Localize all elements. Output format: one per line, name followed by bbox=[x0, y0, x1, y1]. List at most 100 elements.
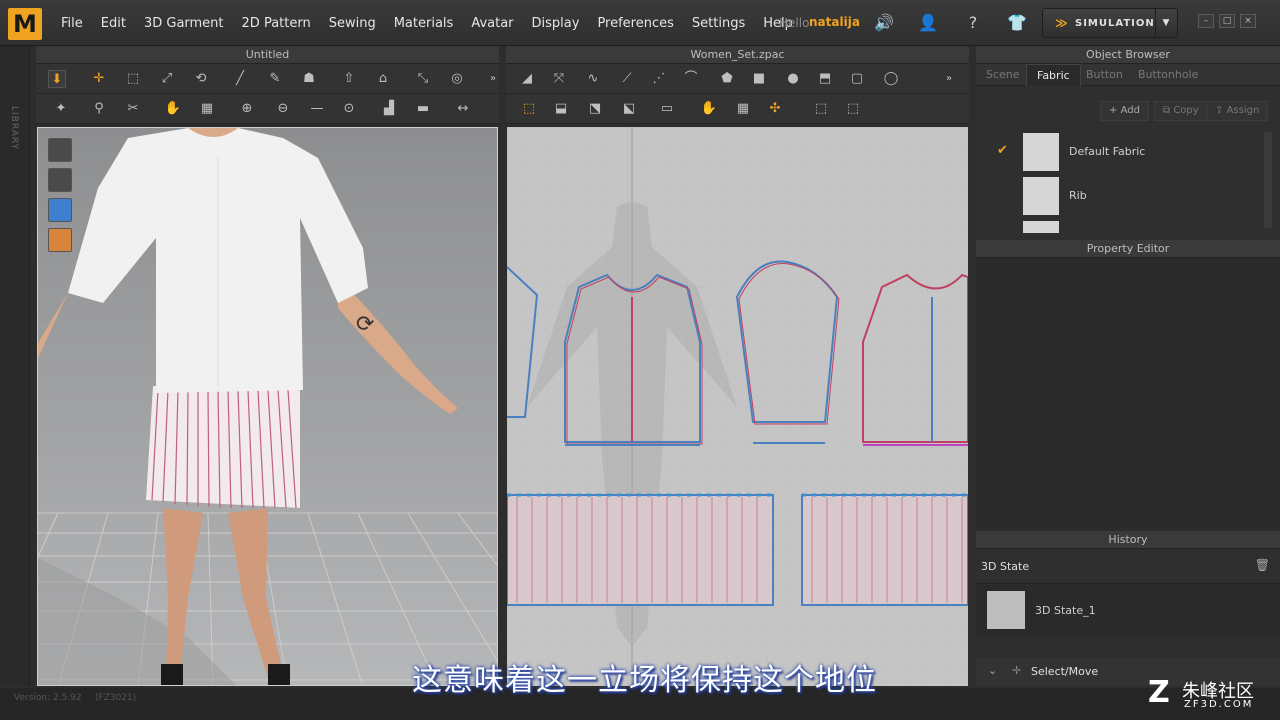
trace-icon[interactable]: ⬓ bbox=[552, 100, 570, 118]
fold-3d-icon[interactable]: ▟ bbox=[380, 100, 398, 118]
minimize-button[interactable]: – bbox=[1198, 14, 1214, 28]
curvature-icon[interactable]: ⌒ bbox=[682, 70, 700, 88]
edit-curvature-icon[interactable]: ⋰ bbox=[650, 70, 668, 88]
polygon-icon[interactable]: ⬟ bbox=[718, 70, 736, 88]
buttonhole-icon[interactable]: ⊖ bbox=[274, 100, 292, 118]
viewport-3d[interactable]: ⟳ bbox=[37, 127, 498, 686]
more-icon[interactable]: » bbox=[484, 70, 502, 88]
trash-icon[interactable]: 🗑 bbox=[1255, 558, 1270, 572]
library-strip[interactable]: LIBRARY bbox=[0, 46, 30, 686]
tab-button[interactable]: Button bbox=[1086, 68, 1123, 81]
viewport-2d[interactable] bbox=[507, 127, 968, 686]
measure-icon[interactable]: ⤡ bbox=[414, 70, 432, 88]
toolbar-3d-row2: ✦ ⚲ ✂ ✋ ▦ ⊕ ⊖ — ⊙ ▟ ▬ ↔ bbox=[36, 94, 499, 124]
line-tool-icon[interactable]: ╱ bbox=[231, 70, 249, 88]
tab-scene[interactable]: Scene bbox=[986, 68, 1020, 81]
internal-rect-icon[interactable]: ▢ bbox=[848, 70, 866, 88]
history-item[interactable]: 3D State_1 bbox=[976, 585, 1280, 635]
menu-materials[interactable]: Materials bbox=[385, 16, 463, 31]
show-avatar-icon[interactable] bbox=[48, 168, 72, 192]
add-fabric-button[interactable]: + Add bbox=[1100, 101, 1149, 121]
edit-texture-icon[interactable]: ⬚ bbox=[844, 100, 862, 118]
assign-fabric-button[interactable]: ⇪ Assign bbox=[1206, 101, 1269, 121]
garment-icon[interactable]: 👕 bbox=[1007, 13, 1027, 33]
internal-circle-icon[interactable]: ◯ bbox=[882, 70, 900, 88]
width-icon[interactable]: ↔ bbox=[454, 100, 472, 118]
app-window: M File Edit 3D Garment 2D Pattern Sewing… bbox=[0, 0, 1280, 720]
transform-icon[interactable]: ⤢ bbox=[158, 70, 176, 88]
transform-pattern-icon[interactable]: ⬚ bbox=[520, 100, 538, 118]
show-skin-icon[interactable] bbox=[48, 228, 72, 252]
menu-preferences[interactable]: Preferences bbox=[588, 16, 682, 31]
help-icon[interactable]: ? bbox=[963, 13, 983, 33]
pattern-edit-icon[interactable]: ◢ bbox=[518, 70, 536, 88]
select-texture-icon[interactable]: ⬚ bbox=[812, 100, 830, 118]
circle-icon[interactable]: ● bbox=[784, 70, 802, 88]
fold-arrange-icon[interactable]: ⌂ bbox=[374, 70, 392, 88]
fold-2d-icon[interactable]: ▭ bbox=[658, 100, 676, 118]
add-point-icon[interactable]: ⟋ bbox=[618, 70, 636, 88]
texture-icon[interactable]: ✣ bbox=[766, 100, 784, 118]
speaker-icon[interactable]: 🔊 bbox=[874, 13, 894, 33]
user-name[interactable]: natalija bbox=[809, 15, 860, 29]
menu-avatar[interactable]: Avatar bbox=[462, 16, 522, 31]
more-2d-icon[interactable]: » bbox=[940, 70, 958, 88]
sew-icon[interactable]: ⬔ bbox=[586, 100, 604, 118]
tab-fabric[interactable]: Fabric bbox=[1026, 64, 1081, 86]
edit-point-icon[interactable]: ⤧ bbox=[550, 70, 568, 88]
tab-buttonhole[interactable]: Buttonhole bbox=[1138, 68, 1198, 81]
tack-icon[interactable]: ⚲ bbox=[90, 100, 108, 118]
lock-icon[interactable]: ⊙ bbox=[340, 100, 358, 118]
arrow-down-icon[interactable]: ⬇ bbox=[48, 70, 66, 88]
maximize-button[interactable]: □ bbox=[1219, 14, 1235, 28]
hand-icon[interactable]: ✋ bbox=[164, 100, 182, 118]
internal-polygon-icon[interactable]: ⬒ bbox=[816, 70, 834, 88]
fabric-item[interactable]: ✔ Default Fabric bbox=[990, 131, 1260, 175]
copy-label: Copy bbox=[1173, 105, 1199, 116]
fabric-name: Rib bbox=[1069, 189, 1087, 202]
menu-2d-pattern[interactable]: 2D Pattern bbox=[233, 16, 320, 31]
chevron-down-icon[interactable]: ⌄ bbox=[988, 664, 997, 677]
menu-sewing[interactable]: Sewing bbox=[320, 16, 385, 31]
simulation-button[interactable]: ≫ SIMULATION ▼ bbox=[1042, 8, 1178, 38]
fabric-name: Default Fabric bbox=[1069, 145, 1146, 158]
select-move-icon[interactable]: ✛ bbox=[90, 70, 108, 88]
zipper-icon[interactable]: — bbox=[308, 100, 326, 118]
avatar-pose-icon[interactable]: ✦ bbox=[52, 100, 70, 118]
user-icon[interactable]: 👤 bbox=[918, 13, 938, 33]
curve-point-icon[interactable]: ∿ bbox=[584, 70, 602, 88]
fold-icon[interactable]: ⟲ bbox=[192, 70, 210, 88]
tack-remove-icon[interactable]: ✂ bbox=[124, 100, 142, 118]
free-sew-icon[interactable]: ⬕ bbox=[620, 100, 638, 118]
menu-file[interactable]: File bbox=[52, 16, 92, 31]
check-sew-icon[interactable]: ▦ bbox=[734, 100, 752, 118]
pattern-icon[interactable]: ▦ bbox=[198, 100, 216, 118]
chevron-down-icon[interactable]: ▼ bbox=[1155, 9, 1177, 37]
arrange-icon[interactable]: ⇧ bbox=[340, 70, 358, 88]
history-item-label: 3D State_1 bbox=[1035, 604, 1096, 617]
rotate-cursor-icon: ⟳ bbox=[356, 312, 375, 337]
copy-fabric-button[interactable]: ⧉ Copy bbox=[1154, 101, 1208, 121]
flat-icon[interactable]: ▬ bbox=[414, 100, 432, 118]
shirt-tool-icon[interactable]: ☗ bbox=[300, 70, 318, 88]
menu-bar: M File Edit 3D Garment 2D Pattern Sewing… bbox=[0, 0, 1280, 46]
pin-icon[interactable]: ✎ bbox=[266, 70, 284, 88]
menu-settings[interactable]: Settings bbox=[683, 16, 754, 31]
watermark: Z 朱峰社区 ZF3D.COM bbox=[1148, 675, 1274, 715]
tape-icon[interactable]: ◎ bbox=[448, 70, 466, 88]
button-icon[interactable]: ⊕ bbox=[238, 100, 256, 118]
menu-3d-garment[interactable]: 3D Garment bbox=[135, 16, 233, 31]
show-texture-icon[interactable] bbox=[48, 198, 72, 222]
main-menu: File Edit 3D Garment 2D Pattern Sewing M… bbox=[52, 0, 802, 46]
fabric-scrollbar[interactable] bbox=[1264, 132, 1272, 228]
close-button[interactable]: × bbox=[1240, 14, 1256, 28]
history-thumbnail bbox=[987, 591, 1025, 629]
fabric-item[interactable]: Rib bbox=[990, 175, 1260, 219]
show-garment-icon[interactable] bbox=[48, 138, 72, 162]
tack-2d-icon[interactable]: ✋ bbox=[700, 100, 718, 118]
select-box-icon[interactable]: ⬚ bbox=[124, 70, 142, 88]
menu-edit[interactable]: Edit bbox=[92, 16, 135, 31]
rectangle-icon[interactable]: ■ bbox=[750, 70, 768, 88]
menu-display[interactable]: Display bbox=[523, 16, 589, 31]
2d-pattern-canvas bbox=[507, 127, 968, 686]
